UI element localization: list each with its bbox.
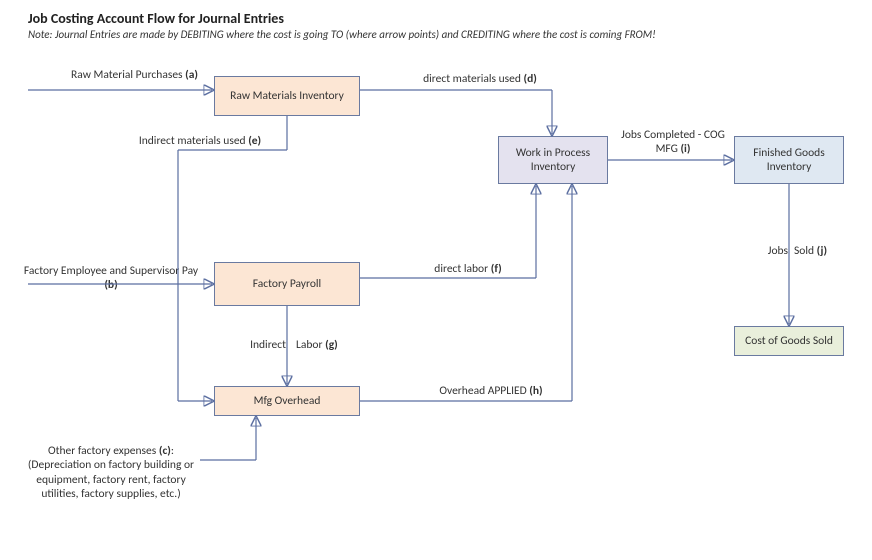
- box-factory-payroll: Factory Payroll: [214, 262, 360, 306]
- box-mfg-overhead: Mfg Overhead: [214, 386, 360, 416]
- label-j-left: Jobs: [748, 244, 788, 258]
- label-e: Indirect materials used (e): [100, 134, 300, 148]
- label-i: Jobs Completed - COG MFG (i): [614, 128, 732, 157]
- label-a: Raw Material Purchases (a): [28, 68, 198, 82]
- label-d: direct materials used (d): [390, 72, 570, 86]
- box-cogs: Cost of Goods Sold: [734, 326, 844, 356]
- page-title: Job Costing Account Flow for Journal Ent…: [28, 10, 284, 27]
- box-raw-materials: Raw Materials Inventory: [214, 76, 360, 116]
- label-b: Factory Employee and Supervisor Pay (b): [20, 264, 202, 293]
- label-c: Other factory expenses (c): (Depreciatio…: [20, 444, 202, 502]
- label-j-right: Sold (j): [794, 244, 854, 258]
- label-g-right: Labor (g): [296, 338, 376, 352]
- label-f: direct labor (f): [388, 262, 548, 276]
- label-h: Overhead APPLIED (h): [396, 384, 586, 398]
- box-finished-goods: Finished Goods Inventory: [734, 136, 844, 184]
- box-wip: Work in Process Inventory: [498, 136, 608, 184]
- page-note: Note: Journal Entries are made by DEBITI…: [28, 28, 656, 41]
- label-g-left: Indirect: [228, 338, 286, 352]
